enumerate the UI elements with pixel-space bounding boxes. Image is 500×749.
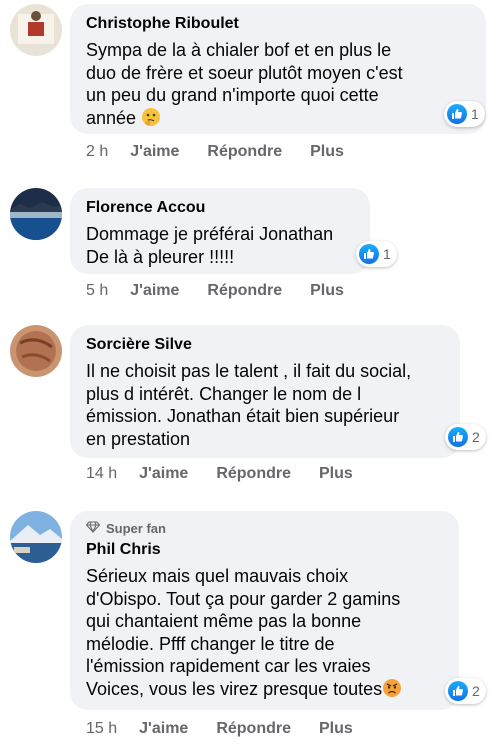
- reaction-count[interactable]: 2: [445, 424, 486, 450]
- comment-actions: 5 h J'aime Répondre Plus: [86, 282, 372, 300]
- comment-text: Il ne choisit pas le talent , il fait du…: [86, 361, 412, 449]
- super-fan-badge: Super fan: [85, 521, 445, 536]
- like-count: 2: [472, 429, 480, 445]
- comment-text: Dommage je préférai Jonathan De là à ple…: [86, 224, 334, 267]
- reply-button[interactable]: Répondre: [207, 143, 282, 161]
- reaction-count[interactable]: 2: [445, 678, 486, 704]
- reply-button[interactable]: Répondre: [216, 720, 291, 738]
- like-reaction-icon: [359, 244, 379, 264]
- comment-author[interactable]: Florence Accou: [86, 198, 356, 218]
- avatar[interactable]: [10, 511, 62, 563]
- like-button[interactable]: J'aime: [139, 465, 188, 483]
- timestamp[interactable]: 5 h: [86, 282, 108, 300]
- comment-author[interactable]: Sorcière Silve: [86, 335, 446, 355]
- like-reaction-icon: [448, 427, 468, 447]
- like-reaction-icon: [448, 681, 468, 701]
- comment-bubble: Florence Accou Dommage je préférai Jonat…: [70, 188, 370, 274]
- avatar[interactable]: [10, 188, 62, 240]
- diamond-icon: [85, 521, 101, 536]
- avatar[interactable]: [10, 4, 62, 56]
- timestamp[interactable]: 2 h: [86, 143, 108, 161]
- reply-button[interactable]: Répondre: [216, 465, 291, 483]
- more-button[interactable]: Plus: [310, 143, 344, 161]
- comment-bubble: Sorcière Silve Il ne choisit pas le tale…: [70, 325, 460, 458]
- like-button[interactable]: J'aime: [130, 282, 179, 300]
- comment-bubble: Christophe Riboulet Sympa de la à chiale…: [70, 4, 486, 134]
- avatar[interactable]: [10, 325, 62, 377]
- badge-label: Super fan: [106, 521, 166, 536]
- reply-button[interactable]: Répondre: [207, 282, 282, 300]
- more-button[interactable]: Plus: [310, 282, 344, 300]
- timestamp[interactable]: 15 h: [86, 720, 117, 738]
- reaction-count[interactable]: 1: [444, 101, 485, 127]
- like-button[interactable]: J'aime: [139, 720, 188, 738]
- like-button[interactable]: J'aime: [130, 143, 179, 161]
- more-button[interactable]: Plus: [319, 720, 353, 738]
- comment-actions: 2 h J'aime Répondre Plus: [86, 143, 372, 161]
- angry-face-icon: [382, 678, 402, 698]
- timestamp[interactable]: 14 h: [86, 465, 117, 483]
- comment-author[interactable]: Christophe Riboulet: [86, 14, 472, 34]
- comment-author[interactable]: Phil Chris: [86, 540, 445, 560]
- like-reaction-icon: [447, 104, 467, 124]
- comment-text: Sympa de la à chialer bof et en plus le …: [86, 40, 403, 128]
- like-count: 1: [383, 246, 391, 262]
- reaction-count[interactable]: 1: [356, 241, 397, 267]
- comment-actions: 14 h J'aime Répondre Plus: [86, 465, 381, 483]
- comment-actions: 15 h J'aime Répondre Plus: [86, 720, 381, 738]
- thinking-face-icon: [141, 107, 161, 127]
- more-button[interactable]: Plus: [319, 465, 353, 483]
- comment-text: Sérieux mais quel mauvais choix d'Obispo…: [86, 566, 402, 699]
- like-count: 1: [471, 106, 479, 122]
- comment-bubble: Super fan Phil Chris Sérieux mais quel m…: [70, 511, 459, 710]
- like-count: 2: [472, 683, 480, 699]
